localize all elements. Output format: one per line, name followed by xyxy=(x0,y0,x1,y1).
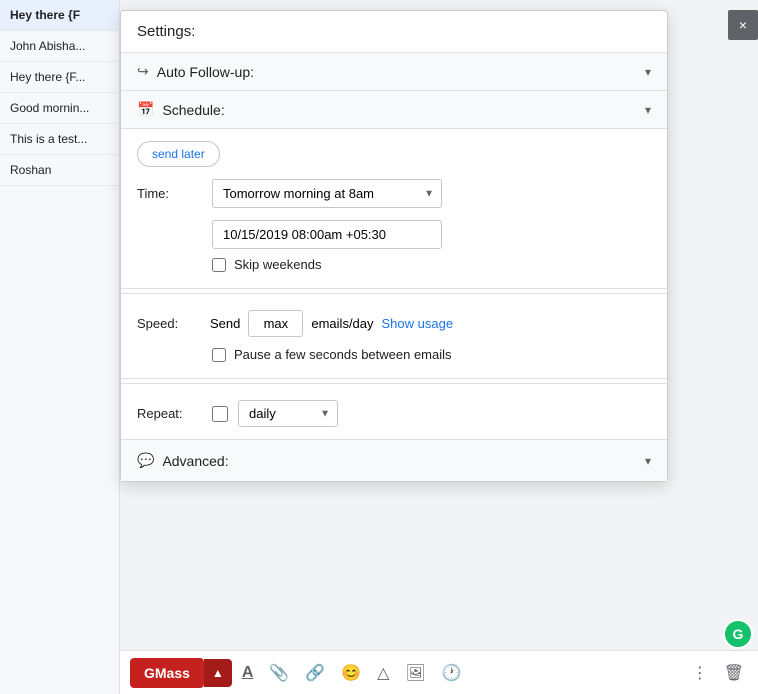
auto-followup-label: Auto Follow-up: xyxy=(157,64,254,80)
repeat-row: Repeat: daily weekly monthly xyxy=(137,400,651,427)
emoji-icon: 😊 xyxy=(341,663,361,683)
image-icon: 🖼 xyxy=(405,663,425,683)
emails-per-day-text: emails/day xyxy=(311,316,373,331)
more-options-button[interactable]: ⋮ xyxy=(686,657,714,689)
pause-checkbox[interactable] xyxy=(212,348,226,362)
skip-weekends-label: Skip weekends xyxy=(234,257,321,272)
schedule-title: 📅 Schedule: xyxy=(137,101,225,118)
text-format-button[interactable]: A xyxy=(236,658,260,688)
delete-button[interactable]: 🗑 xyxy=(718,657,750,689)
settings-panel: Settings: ↪ Auto Follow-up: ▾ 📅 Schedule… xyxy=(120,10,668,482)
advanced-chevron: ▾ xyxy=(645,454,651,468)
close-icon: × xyxy=(739,17,747,33)
advanced-label: Advanced: xyxy=(162,453,228,469)
delete-icon: 🗑 xyxy=(724,663,744,683)
repeat-checkbox[interactable] xyxy=(212,406,228,422)
emoji-button[interactable]: 😊 xyxy=(335,657,367,689)
grammarly-icon: G xyxy=(723,619,753,649)
pause-label: Pause a few seconds between emails xyxy=(234,347,452,362)
send-later-button[interactable]: send later xyxy=(137,141,220,167)
link-button[interactable]: 🔗 xyxy=(299,657,331,689)
close-button[interactable]: × xyxy=(728,10,758,40)
schedule-label: Schedule: xyxy=(162,102,224,118)
link-icon: 🔗 xyxy=(305,663,325,683)
repeat-section: Repeat: daily weekly monthly xyxy=(121,388,667,440)
email-item-2[interactable]: Hey there {F... xyxy=(0,62,119,93)
email-item-4[interactable]: This is a test... xyxy=(0,124,119,155)
gmass-label: GMass xyxy=(144,665,190,681)
text-format-icon: A xyxy=(242,664,254,682)
time-select[interactable]: Tomorrow morning at 8am Tomorrow afterno… xyxy=(212,179,442,208)
advanced-icon: 💬 xyxy=(137,452,154,469)
advanced-section-header[interactable]: 💬 Advanced: ▾ xyxy=(121,440,667,481)
email-item-1[interactable]: John Abisha... xyxy=(0,31,119,62)
bottom-toolbar: GMass ▲ A 📎 🔗 😊 △ 🖼 🕐 ⋮ 🗑 xyxy=(120,650,758,694)
show-usage-link[interactable]: Show usage xyxy=(382,316,454,331)
schedule-icon: 🕐 xyxy=(442,663,462,683)
repeat-select-wrapper: daily weekly monthly xyxy=(238,400,338,427)
pause-row: Pause a few seconds between emails xyxy=(212,347,651,362)
more-icon: ⋮ xyxy=(692,663,708,683)
speed-section: Speed: Send emails/day Show usage Pause … xyxy=(121,298,667,379)
time-label: Time: xyxy=(137,186,202,201)
schedule-content: send later Time: Tomorrow morning at 8am… xyxy=(121,129,667,289)
schedule-chevron: ▾ xyxy=(645,103,651,117)
repeat-select[interactable]: daily weekly monthly xyxy=(238,400,338,427)
calendar-icon: 📅 xyxy=(137,101,154,118)
email-item-3[interactable]: Good mornin... xyxy=(0,93,119,124)
email-sidebar: Hey there {F John Abisha... Hey there {F… xyxy=(0,0,120,694)
followup-icon: ↪ xyxy=(137,63,149,80)
email-item-5[interactable]: Roshan xyxy=(0,155,119,186)
drive-button[interactable]: △ xyxy=(371,657,395,689)
datetime-input[interactable] xyxy=(212,220,442,249)
speed-input[interactable] xyxy=(248,310,303,337)
time-row: Time: Tomorrow morning at 8am Tomorrow a… xyxy=(137,179,651,208)
image-button[interactable]: 🖼 xyxy=(399,657,431,689)
attachment-icon: 📎 xyxy=(269,663,289,683)
skip-weekends-checkbox[interactable] xyxy=(212,258,226,272)
settings-title: Settings: xyxy=(121,11,667,53)
time-select-wrapper: Tomorrow morning at 8am Tomorrow afterno… xyxy=(212,179,442,208)
send-text: Send xyxy=(210,316,240,331)
speed-label: Speed: xyxy=(137,316,202,331)
advanced-title: 💬 Advanced: xyxy=(137,452,229,469)
repeat-label: Repeat: xyxy=(137,406,202,421)
skip-weekends-row: Skip weekends xyxy=(212,257,651,272)
gmass-button[interactable]: GMass xyxy=(130,658,204,688)
email-item-0[interactable]: Hey there {F xyxy=(0,0,119,31)
drive-icon: △ xyxy=(377,663,389,683)
main-content: Settings: ↪ Auto Follow-up: ▾ 📅 Schedule… xyxy=(120,0,758,694)
auto-followup-title: ↪ Auto Follow-up: xyxy=(137,63,254,80)
schedule-button[interactable]: 🕐 xyxy=(436,657,468,689)
speed-row: Speed: Send emails/day Show usage xyxy=(137,310,651,337)
auto-followup-section[interactable]: ↪ Auto Follow-up: ▾ xyxy=(121,53,667,91)
schedule-section-header[interactable]: 📅 Schedule: ▾ xyxy=(121,91,667,129)
gmass-chevron-button[interactable]: ▲ xyxy=(204,659,232,687)
auto-followup-chevron: ▾ xyxy=(645,65,651,79)
settings-title-text: Settings: xyxy=(137,23,195,40)
attachment-button[interactable]: 📎 xyxy=(263,657,295,689)
